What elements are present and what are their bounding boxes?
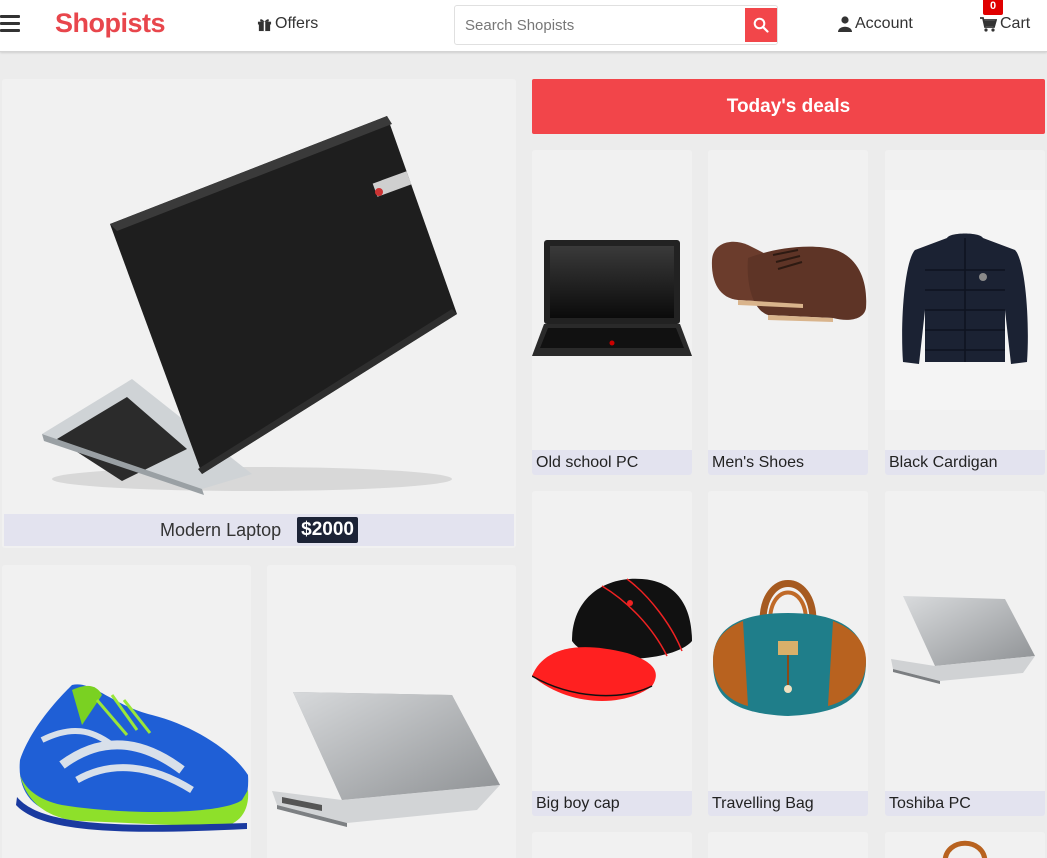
cap-image <box>532 578 692 701</box>
handbag-image <box>713 580 866 716</box>
deal-card-black-cardigan[interactable]: Black Cardigan <box>885 150 1045 475</box>
deal-card-toshiba-pc[interactable]: Toshiba PC <box>885 491 1045 816</box>
offers-label: Offers <box>275 15 319 32</box>
deal-card-partial[interactable] <box>708 832 868 858</box>
search-box <box>454 5 778 45</box>
featured-price-tag: $2000 <box>297 517 358 543</box>
deal-card-travelling-bag[interactable]: Travelling Bag <box>708 491 868 816</box>
deal-caption: Travelling Bag <box>708 791 868 816</box>
deal-caption: Big boy cap <box>532 791 692 816</box>
deal-card-old-school-pc[interactable]: Old school PC <box>532 150 692 475</box>
featured-product-name: Modern Laptop <box>160 519 282 540</box>
user-icon <box>838 16 852 32</box>
deal-caption: Toshiba PC <box>885 791 1045 816</box>
account-label: Account <box>855 15 913 32</box>
deal-card-mens-shoes[interactable]: Men's Shoes <box>708 150 868 475</box>
gift-icon <box>257 18 272 31</box>
deal-card-partial[interactable] <box>885 832 1045 858</box>
search-icon <box>753 17 769 33</box>
search-button[interactable] <box>745 8 777 42</box>
cart-count-badge: 0 <box>983 0 1003 15</box>
deal-card-partial[interactable] <box>532 832 692 858</box>
site-logo[interactable]: Shopists <box>55 8 166 39</box>
account-link[interactable]: Account <box>838 15 913 33</box>
deal-caption: Black Cardigan <box>885 450 1045 475</box>
deal-caption: Old school PC <box>532 450 692 475</box>
todays-deals-banner: Today's deals <box>532 79 1045 134</box>
hamburger-menu-icon[interactable] <box>0 15 20 32</box>
deal-card-big-boy-cap[interactable]: Big boy cap <box>532 491 692 816</box>
leather-shoes-image <box>711 241 867 322</box>
featured-caption: Modern Laptop $2000 <box>4 514 514 546</box>
offers-link[interactable]: Offers <box>257 15 318 33</box>
old-laptop-image <box>532 240 692 356</box>
product-card-sneaker[interactable] <box>2 565 251 858</box>
cart-icon <box>980 16 997 32</box>
modern-laptop-image <box>42 116 457 495</box>
featured-product-card[interactable]: Modern Laptop $2000 <box>2 79 516 548</box>
running-shoe-image <box>16 684 249 832</box>
cart-label: Cart <box>1000 15 1031 32</box>
cart-link[interactable]: Cart <box>980 15 1030 33</box>
bag-handle-image <box>943 840 987 858</box>
product-card-laptop[interactable] <box>267 565 516 858</box>
search-input[interactable] <box>455 6 745 44</box>
silver-laptop-image <box>272 692 500 827</box>
deal-caption: Men's Shoes <box>708 450 868 475</box>
top-header: Shopists Offers Account 0 <box>0 0 1047 52</box>
toshiba-laptop-image <box>891 596 1035 684</box>
black-jacket-image <box>885 190 1045 410</box>
